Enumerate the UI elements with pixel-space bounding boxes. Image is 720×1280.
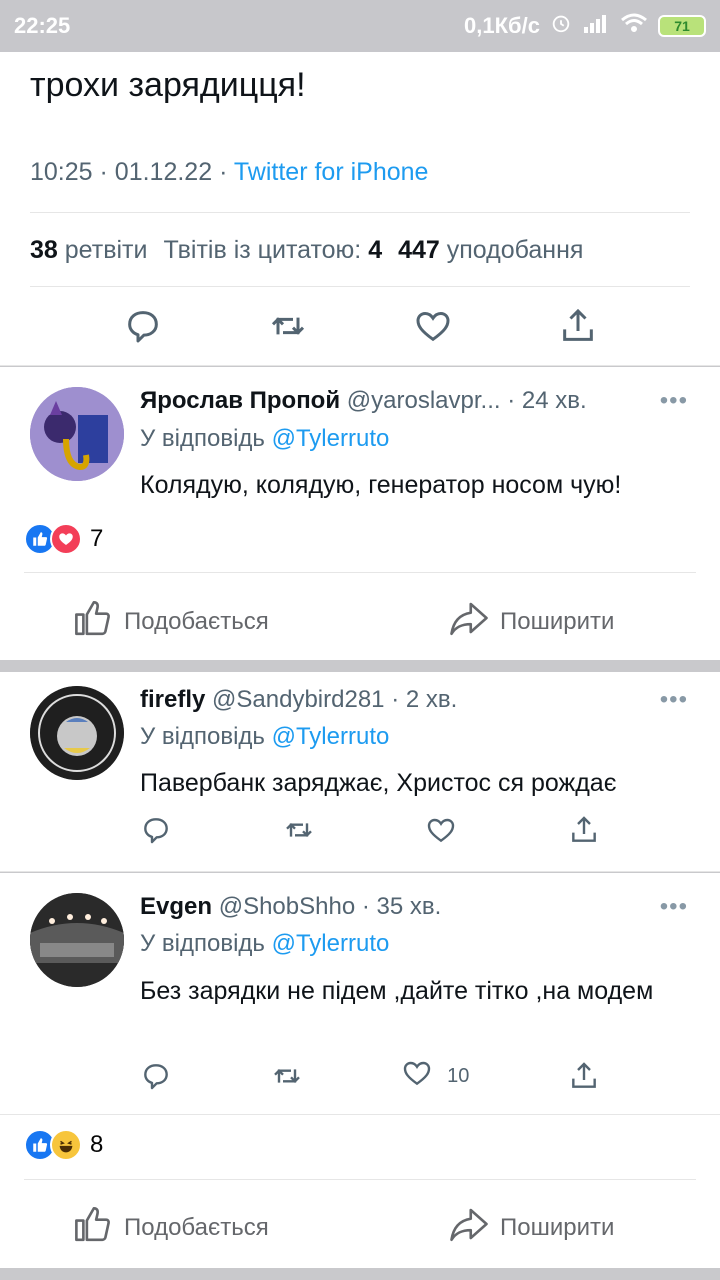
network-speed: 0,1Кб/с <box>464 13 540 38</box>
reaction-count: 8 <box>90 1131 104 1158</box>
author-name[interactable]: Evgen <box>140 893 212 920</box>
reply-tweet[interactable]: Ярослав Пропой @yaroslavpr... · 24 хв. •… <box>0 367 720 501</box>
reply-text: Без зарядки не підем ,дайте тітко ,на мо… <box>140 977 654 1005</box>
quotes-stat[interactable]: Твітів із цитатою: 4 <box>163 236 382 265</box>
tweet-text-cutoff <box>30 44 690 50</box>
section-divider <box>0 660 720 672</box>
author-handle[interactable]: @Sandybird281 <box>212 686 384 713</box>
reply-time: · 2 хв. <box>391 686 458 713</box>
share-arrow-icon <box>448 1203 490 1252</box>
battery-indicator: 71 <box>658 15 706 37</box>
avatar[interactable] <box>30 686 124 780</box>
reaction-count: 7 <box>90 525 104 552</box>
like-button[interactable]: 10 <box>401 1057 469 1095</box>
reply-to-line: У відповідь @Tylerruto <box>140 425 390 452</box>
tweet-meta: 10:25 · 01.12.22 · Twitter for iPhone <box>30 158 429 186</box>
retweet-icon[interactable] <box>283 814 315 846</box>
fb-like-button[interactable]: Подобається <box>72 597 269 646</box>
reaction-summary[interactable]: 7 <box>24 523 103 555</box>
tweet-time: 10:25 <box>30 158 93 186</box>
reply-header: Evgen @ShobShho · 35 хв. <box>140 893 441 921</box>
status-time: 22:25 <box>14 13 71 38</box>
more-options-icon[interactable]: ••• <box>660 686 688 714</box>
tweet-source-link[interactable]: Twitter for iPhone <box>234 158 429 186</box>
author-name[interactable]: Ярослав Пропой <box>140 387 340 414</box>
reply-tweet[interactable]: Evgen @ShobShho · 35 хв. ••• У відповідь… <box>0 873 720 1115</box>
thumbs-up-icon <box>72 1203 114 1252</box>
mention-link[interactable]: @Tylerruto <box>272 723 390 750</box>
signal-icon <box>582 12 610 40</box>
like-icon[interactable] <box>425 814 457 846</box>
fb-share-button[interactable]: Поширити <box>448 597 614 646</box>
tweet-text: трохи зарядицця! <box>30 66 306 104</box>
divider <box>30 286 690 287</box>
reply-header: Ярослав Пропой @yaroslavpr... · 24 хв. <box>140 387 587 415</box>
reply-action-bar <box>140 814 600 846</box>
reply-time: · 24 хв. <box>507 387 587 414</box>
alarm-icon <box>550 12 572 40</box>
reply-text: Павербанк заряджає, Христос ся рождає <box>140 769 617 797</box>
reaction-summary[interactable]: 8 <box>24 1129 103 1161</box>
likes-stat[interactable]: 447 уподобання <box>398 236 583 265</box>
status-icons: 0,1Кб/с 71 <box>464 12 706 40</box>
mention-link[interactable]: @Tylerruto <box>272 425 390 452</box>
share-icon[interactable] <box>558 306 598 350</box>
tweet-detail: трохи зарядицця! 10:25 · 01.12.22 · Twit… <box>0 52 720 366</box>
retweet-icon[interactable] <box>268 306 308 350</box>
wifi-icon <box>620 12 648 40</box>
avatar[interactable] <box>30 387 124 481</box>
fb-reaction-bar: 7 Подобається Поширити <box>0 501 720 660</box>
section-divider <box>0 1268 720 1280</box>
divider <box>30 212 690 213</box>
tweet-stats: 38 ретвіти Твітів із цитатою: 4 447 упод… <box>30 236 583 265</box>
reply-to-line: У відповідь @Tylerruto <box>140 723 390 750</box>
retweet-icon[interactable] <box>271 1060 303 1092</box>
fb-reaction-bar: 8 Подобається Поширити <box>0 1115 720 1268</box>
love-reaction-icon <box>50 523 82 555</box>
avatar[interactable] <box>30 893 124 987</box>
divider <box>24 572 696 573</box>
tweet-date: 01.12.22 <box>114 158 213 186</box>
more-options-icon[interactable]: ••• <box>660 893 688 921</box>
author-handle[interactable]: @ShobShho <box>219 893 355 920</box>
fb-like-button[interactable]: Подобається <box>72 1203 269 1252</box>
reply-header: firefly @Sandybird281 · 2 хв. <box>140 686 457 714</box>
retweets-stat[interactable]: 38 ретвіти <box>30 236 147 265</box>
reply-text: Колядую, колядую, генератор носом чую! <box>140 471 622 499</box>
tweet-action-bar <box>0 306 720 350</box>
author-name[interactable]: firefly <box>140 686 205 713</box>
fb-share-button[interactable]: Поширити <box>448 1203 614 1252</box>
share-arrow-icon <box>448 597 490 646</box>
more-options-icon[interactable]: ••• <box>660 387 688 415</box>
thumbs-up-icon <box>72 597 114 646</box>
reply-icon[interactable] <box>123 306 163 350</box>
like-count: 10 <box>447 1064 470 1087</box>
reply-icon[interactable] <box>140 814 172 846</box>
author-handle[interactable]: @yaroslavpr... <box>347 387 501 414</box>
reply-time: · 35 хв. <box>361 893 442 920</box>
divider <box>24 1179 696 1180</box>
share-icon[interactable] <box>568 814 600 846</box>
like-icon[interactable] <box>413 306 453 350</box>
mention-link[interactable]: @Tylerruto <box>272 930 390 957</box>
reply-icon[interactable] <box>140 1060 172 1092</box>
haha-reaction-icon <box>50 1129 82 1161</box>
like-icon <box>401 1057 433 1095</box>
reply-action-bar: 10 <box>140 1057 600 1095</box>
reply-tweet[interactable]: firefly @Sandybird281 · 2 хв. ••• У відп… <box>0 672 720 872</box>
reply-to-line: У відповідь @Tylerruto <box>140 930 390 957</box>
share-icon[interactable] <box>568 1060 600 1092</box>
screen: 22:25 0,1Кб/с 71 трохи зарядицця! 10:25 … <box>0 0 720 1280</box>
